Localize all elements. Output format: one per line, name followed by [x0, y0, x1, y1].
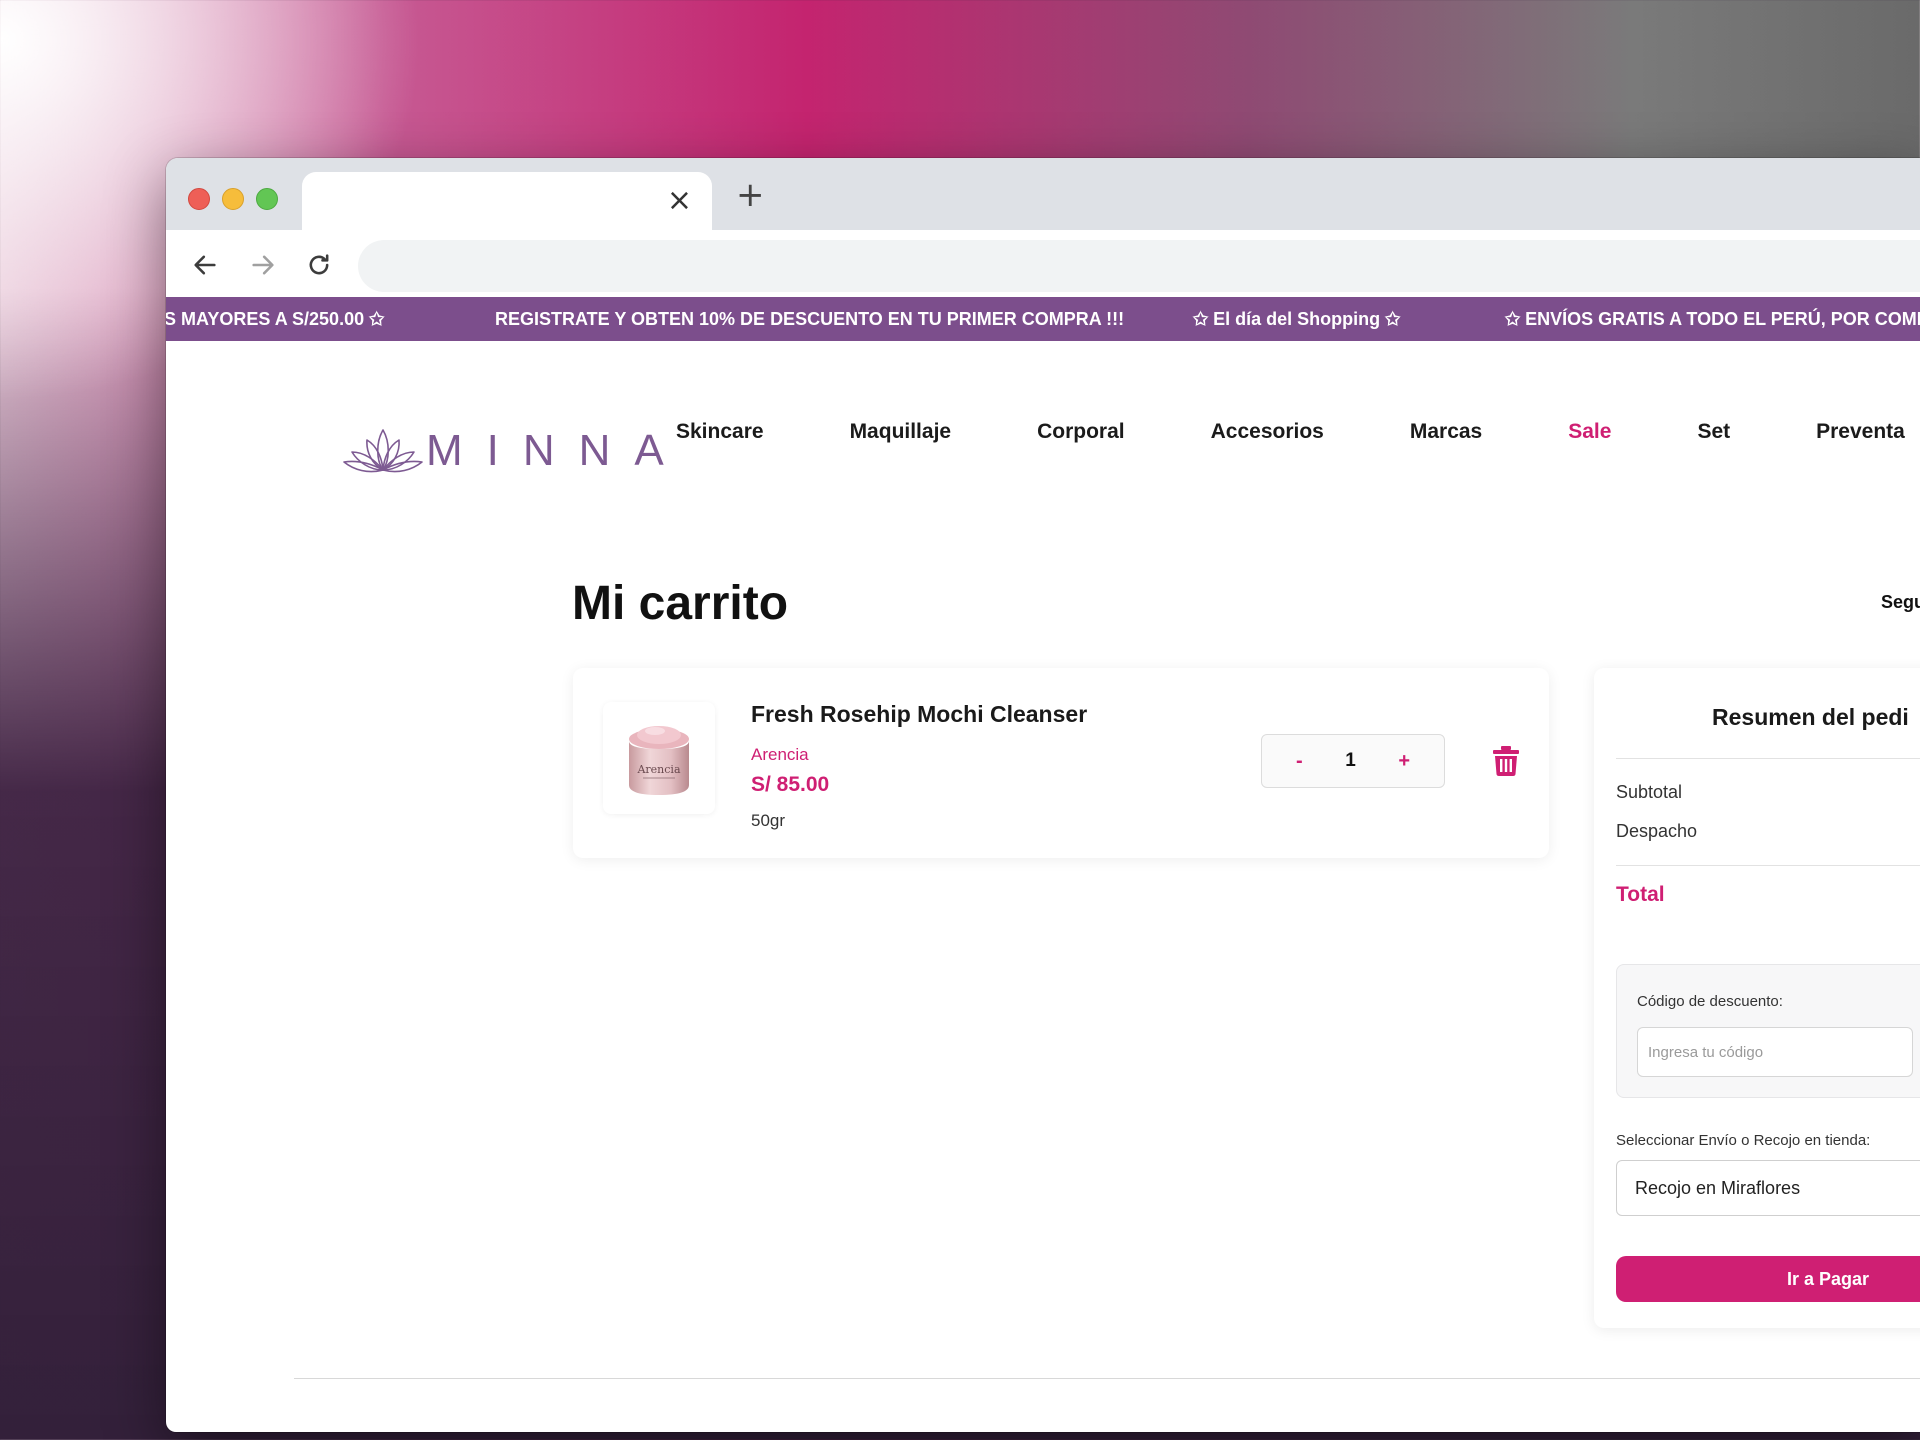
continue-shopping-link[interactable]: Segu [1881, 592, 1920, 613]
announcement-marquee: S MAYORES A S/250.00 ✩ REGISTRATE Y OBTE… [166, 297, 1920, 341]
maximize-window-button[interactable] [256, 188, 278, 210]
increase-quantity-button[interactable]: + [1398, 750, 1410, 773]
arrow-left-icon [194, 255, 216, 275]
discount-code-input[interactable] [1637, 1027, 1913, 1077]
footer-divider [294, 1378, 1920, 1379]
shipping-method-label: Seleccionar Envío o Recojo en tienda: [1616, 1132, 1871, 1149]
new-tab-button[interactable]: + [736, 178, 765, 212]
page-title: Mi carrito [572, 577, 789, 630]
forward-button[interactable] [246, 248, 280, 282]
cart-item: Arencia Fresh Rosehip Mochi Cleanser Are… [573, 668, 1549, 858]
divider [1616, 758, 1920, 759]
close-window-button[interactable] [188, 188, 210, 210]
nav-item-sale[interactable]: Sale [1568, 420, 1611, 444]
product-image[interactable]: Arencia [603, 702, 715, 814]
shipping-method-value: Recojo en Miraflores [1635, 1177, 1801, 1198]
main-navigation: Skincare Maquillaje Corporal Accesorios … [676, 420, 1920, 444]
nav-item-maquillaje[interactable]: Maquillaje [850, 420, 952, 444]
quantity-stepper: - 1 + [1261, 734, 1445, 788]
marquee-item: ✩ ENVÍOS GRATIS A TODO EL PERÚ, POR COMP… [1505, 309, 1920, 329]
discount-code-label: Código de descuento: [1637, 993, 1783, 1010]
product-price: S/ 85.00 [751, 773, 830, 796]
jar-label: Arencia [636, 763, 680, 776]
nav-item-accesorios[interactable]: Accesorios [1211, 420, 1324, 444]
lotus-icon [343, 429, 423, 473]
nav-item-preventa[interactable]: Preventa [1816, 420, 1905, 444]
logo-wordmark: MINNA [426, 426, 688, 475]
marquee-item: S MAYORES A S/250.00 ✩ [166, 309, 385, 329]
marquee-item: REGISTRATE Y OBTEN 10% DE DESCUENTO EN T… [495, 309, 1125, 329]
decrease-quantity-button[interactable]: - [1296, 750, 1303, 773]
minimize-window-button[interactable] [222, 188, 244, 210]
site-logo[interactable]: MINNA [342, 426, 688, 476]
tab-strip: × + [166, 158, 1920, 230]
divider [1616, 865, 1920, 866]
trash-icon[interactable] [1493, 746, 1519, 776]
address-bar[interactable] [358, 240, 1920, 292]
product-size: 50gr [751, 811, 786, 830]
browser-tab[interactable]: × [302, 172, 712, 230]
product-name[interactable]: Fresh Rosehip Mochi Cleanser [751, 701, 1087, 728]
marquee-item: ✩ El día del Shopping ✩ [1193, 309, 1401, 329]
nav-item-set[interactable]: Set [1697, 420, 1730, 444]
reload-icon [309, 254, 329, 275]
total-label: Total [1616, 883, 1665, 906]
nav-item-marcas[interactable]: Marcas [1410, 420, 1482, 444]
quantity-value: 1 [1345, 750, 1356, 771]
back-button[interactable] [188, 248, 222, 282]
close-tab-icon[interactable]: × [667, 186, 692, 216]
shipping-method-select[interactable]: Recojo en Miraflores [1616, 1160, 1920, 1216]
subtotal-label: Subtotal [1616, 782, 1683, 802]
discount-code-box: Código de descuento: [1616, 964, 1920, 1098]
browser-toolbar [166, 230, 1920, 300]
nav-item-corporal[interactable]: Corporal [1037, 420, 1125, 444]
reload-button[interactable] [302, 248, 336, 282]
order-summary: Resumen del pedi Subtotal Despacho Total… [1594, 668, 1920, 1328]
nav-item-skincare[interactable]: Skincare [676, 420, 764, 444]
cream-jar-image: Arencia [629, 726, 689, 795]
arrow-right-icon [252, 255, 274, 275]
pay-button[interactable]: Ir a Pagar [1616, 1256, 1920, 1302]
product-brand: Arencia [751, 745, 809, 764]
summary-title: Resumen del pedi [1712, 704, 1909, 730]
shipping-label: Despacho [1616, 821, 1698, 841]
browser-window: × + S MAYORES A S/250.00 ✩ REGISTRATE Y … [166, 158, 1920, 1432]
